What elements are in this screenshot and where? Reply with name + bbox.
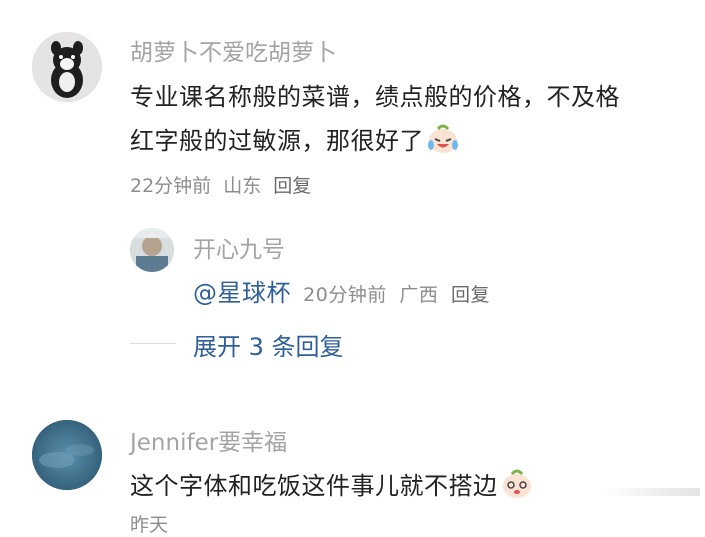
avatar-photo-icon — [130, 228, 174, 272]
reply-text-line: @星球杯 20分钟前 广西 回复 — [193, 273, 496, 308]
reply-meta: 20分钟前 广西 回复 — [303, 284, 496, 306]
image-fade-strip — [600, 488, 700, 496]
reply-time: 20分钟前 — [303, 284, 387, 306]
comment-text-line: 红字般的过敏源，那很好了 — [130, 121, 460, 161]
reply-username[interactable]: 开心九号 — [193, 230, 285, 264]
comment-location: 山东 — [223, 175, 262, 197]
avatar[interactable] — [32, 420, 102, 490]
comment-text: 红字般的过敏源，那很好了 — [130, 127, 424, 155]
avatar[interactable] — [32, 32, 102, 102]
avatar-sky-icon — [32, 420, 102, 490]
mention-link[interactable]: @星球杯 — [193, 279, 291, 307]
comment-meta: 22分钟前 山东 回复 — [130, 171, 317, 198]
comment-username[interactable]: 胡萝卜不爱吃胡萝卜 — [130, 33, 337, 67]
avatar[interactable] — [130, 228, 174, 272]
comment-username[interactable]: Jennifer要幸福 — [130, 423, 287, 457]
comment-text-line: 专业课名称般的菜谱，绩点般的价格，不及格 — [130, 83, 620, 111]
crying-laughing-emoji-icon — [426, 123, 460, 161]
crying-laughing-emoji-icon — [500, 468, 534, 506]
expand-divider — [130, 343, 176, 344]
reply-button[interactable]: 回复 — [451, 284, 490, 306]
expand-replies-button[interactable]: 展开 3 条回复 — [193, 327, 344, 362]
avatar-plush-icon — [32, 32, 102, 102]
comment-text: 这个字体和吃饭这件事儿就不搭边 — [130, 472, 498, 500]
reply-location: 广西 — [399, 284, 439, 306]
reply-button[interactable]: 回复 — [273, 175, 311, 197]
comment-text-line: 这个字体和吃饭这件事儿就不搭边 — [130, 466, 534, 506]
comment-time: 昨天 — [130, 514, 169, 536]
comment-time: 22分钟前 — [130, 175, 212, 197]
comment-meta-partial: 昨天 — [130, 510, 174, 537]
